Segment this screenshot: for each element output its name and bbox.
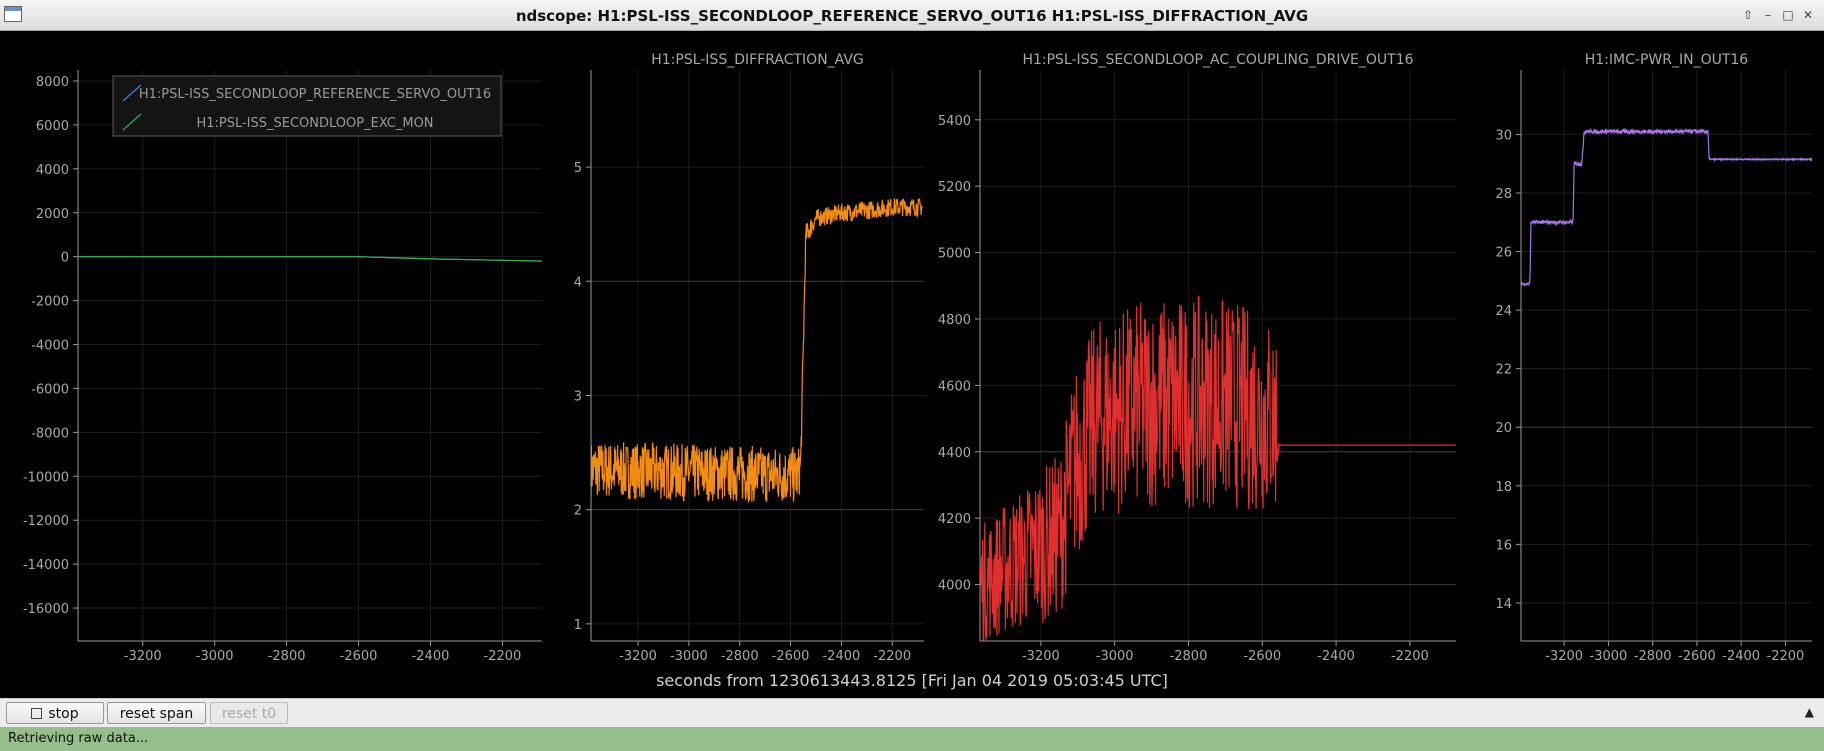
x-tick-label: -2200: [1391, 649, 1429, 664]
y-tick-label: -2000: [31, 295, 69, 310]
x-tick-label: -3000: [1590, 649, 1628, 664]
collapse-arrow-icon[interactable]: ▲: [1805, 705, 1814, 719]
x-tick-label: -2400: [1722, 649, 1760, 664]
x-tick-label: -3200: [124, 649, 162, 664]
x-tick-label: -2400: [1317, 649, 1355, 664]
minimize-icon[interactable]: –: [1760, 7, 1776, 23]
x-tick-label: -2200: [873, 649, 911, 664]
y-tick-label: -8000: [31, 426, 69, 441]
y-tick-label: -6000: [31, 382, 69, 397]
y-tick-label: 1: [574, 618, 582, 633]
legend-label: H1:PSL-ISS_SECONDLOOP_REFERENCE_SERVO_OU…: [139, 87, 491, 102]
y-tick-label: 4800: [938, 313, 971, 328]
y-tick-label: 18: [1495, 480, 1512, 495]
plot-area[interactable]: -3200 -3000 -2800 -2600 -2400 -2200 8000 6000 40…: [5, 32, 1819, 698]
y-tick-label: -12000: [23, 514, 69, 529]
plots-svg[interactable]: -3200 -3000 -2800 -2600 -2400 -22008000600040…: [5, 32, 1819, 698]
series-line-0-0: [78, 256, 542, 262]
x-tick-label: -2600: [1243, 649, 1281, 664]
stop-checkbox-icon[interactable]: [31, 708, 43, 719]
y-tick-label: 16: [1495, 538, 1512, 553]
series-line-0-1: [78, 256, 542, 262]
y-tick-label: 5000: [938, 247, 971, 262]
x-tick-label: -2800: [1170, 649, 1208, 664]
y-tick-label: 20: [1495, 421, 1512, 436]
x-tick-label: -2800: [721, 649, 759, 664]
plot-title: H1:IMC-PWR_IN_OUT16: [1585, 52, 1749, 68]
y-tick-label: -14000: [23, 558, 69, 573]
y-tick-label: 4: [574, 275, 582, 290]
series-line-2-0: [980, 295, 1456, 641]
x-tick-label: -2200: [484, 649, 522, 664]
window-titlebar: ndscope: H1:PSL-ISS_SECONDLOOP_REFERENCE…: [0, 0, 1824, 31]
window-title: ndscope: H1:PSL-ISS_SECONDLOOP_REFERENCE…: [515, 7, 1309, 25]
y-tick-label: 4600: [938, 379, 971, 394]
x-tick-label: -2800: [1634, 649, 1672, 664]
reset-t0-button[interactable]: reset t0: [210, 702, 288, 724]
x-tick-label: -3000: [1096, 649, 1134, 664]
y-tick-label: 22: [1495, 363, 1512, 378]
y-tick-label: 5: [574, 161, 582, 176]
x-tick-label: -2400: [412, 649, 450, 664]
y-tick-label: 26: [1495, 246, 1512, 261]
x-tick-label: -3200: [619, 649, 657, 664]
y-tick-label: 24: [1495, 304, 1512, 319]
y-tick-label: 4000: [938, 579, 971, 594]
y-tick-label: 4400: [938, 446, 971, 461]
y-tick-label: 5200: [938, 180, 971, 195]
y-tick-label: 4200: [938, 512, 971, 527]
series-line-1-0: [591, 198, 923, 503]
x-tick-label: -3200: [1545, 649, 1583, 664]
y-tick-label: 2000: [36, 207, 69, 222]
stop-button[interactable]: stop: [6, 702, 104, 724]
x-tick-label: -3000: [670, 649, 708, 664]
y-tick-label: 6000: [36, 119, 69, 134]
y-tick-label: -10000: [23, 470, 69, 485]
y-tick-label: -16000: [23, 602, 69, 617]
x-axis-label: seconds from 1230613443.8125 [Fri Jan 04…: [656, 671, 1168, 690]
y-tick-label: 14: [1495, 597, 1512, 612]
shade-icon[interactable]: ⇧: [1740, 7, 1756, 23]
x-tick-label: -2400: [822, 649, 860, 664]
x-tick-label: -2600: [772, 649, 810, 664]
plot-title: H1:PSL-ISS_SECONDLOOP_AC_COUPLING_DRIVE_…: [1022, 52, 1413, 68]
reset-span-button[interactable]: reset span: [107, 702, 206, 724]
x-tick-label: -3200: [1022, 649, 1060, 664]
x-tick-label: -3000: [196, 649, 234, 664]
y-tick-label: 4000: [36, 163, 69, 178]
y-tick-label: 3: [574, 389, 582, 404]
y-tick-label: -4000: [31, 339, 69, 354]
plot-title: H1:PSL-ISS_DIFFRACTION_AVG: [651, 52, 864, 68]
status-text: Retrieving raw data...: [8, 731, 149, 746]
x-tick-label: -2600: [1678, 649, 1716, 664]
y-tick-label: 30: [1495, 128, 1512, 143]
x-tick-label: -2600: [340, 649, 378, 664]
x-tick-label: -2800: [268, 649, 306, 664]
stop-label: stop: [48, 706, 79, 722]
y-tick-label: 8000: [36, 75, 69, 90]
legend-label: H1:PSL-ISS_SECONDLOOP_EXC_MON: [196, 116, 433, 131]
y-tick-label: 2: [574, 504, 582, 519]
y-tick-label: 0: [61, 251, 69, 266]
y-tick-label: 5400: [938, 114, 971, 129]
y-tick-label: 28: [1495, 187, 1512, 202]
toolbar: stop reset span reset t0 ▲: [0, 698, 1824, 727]
status-bar: Retrieving raw data...: [0, 727, 1824, 751]
close-icon[interactable]: ✕: [1800, 7, 1816, 23]
maximize-icon[interactable]: □: [1780, 7, 1796, 23]
x-tick-label: -2200: [1767, 649, 1805, 664]
